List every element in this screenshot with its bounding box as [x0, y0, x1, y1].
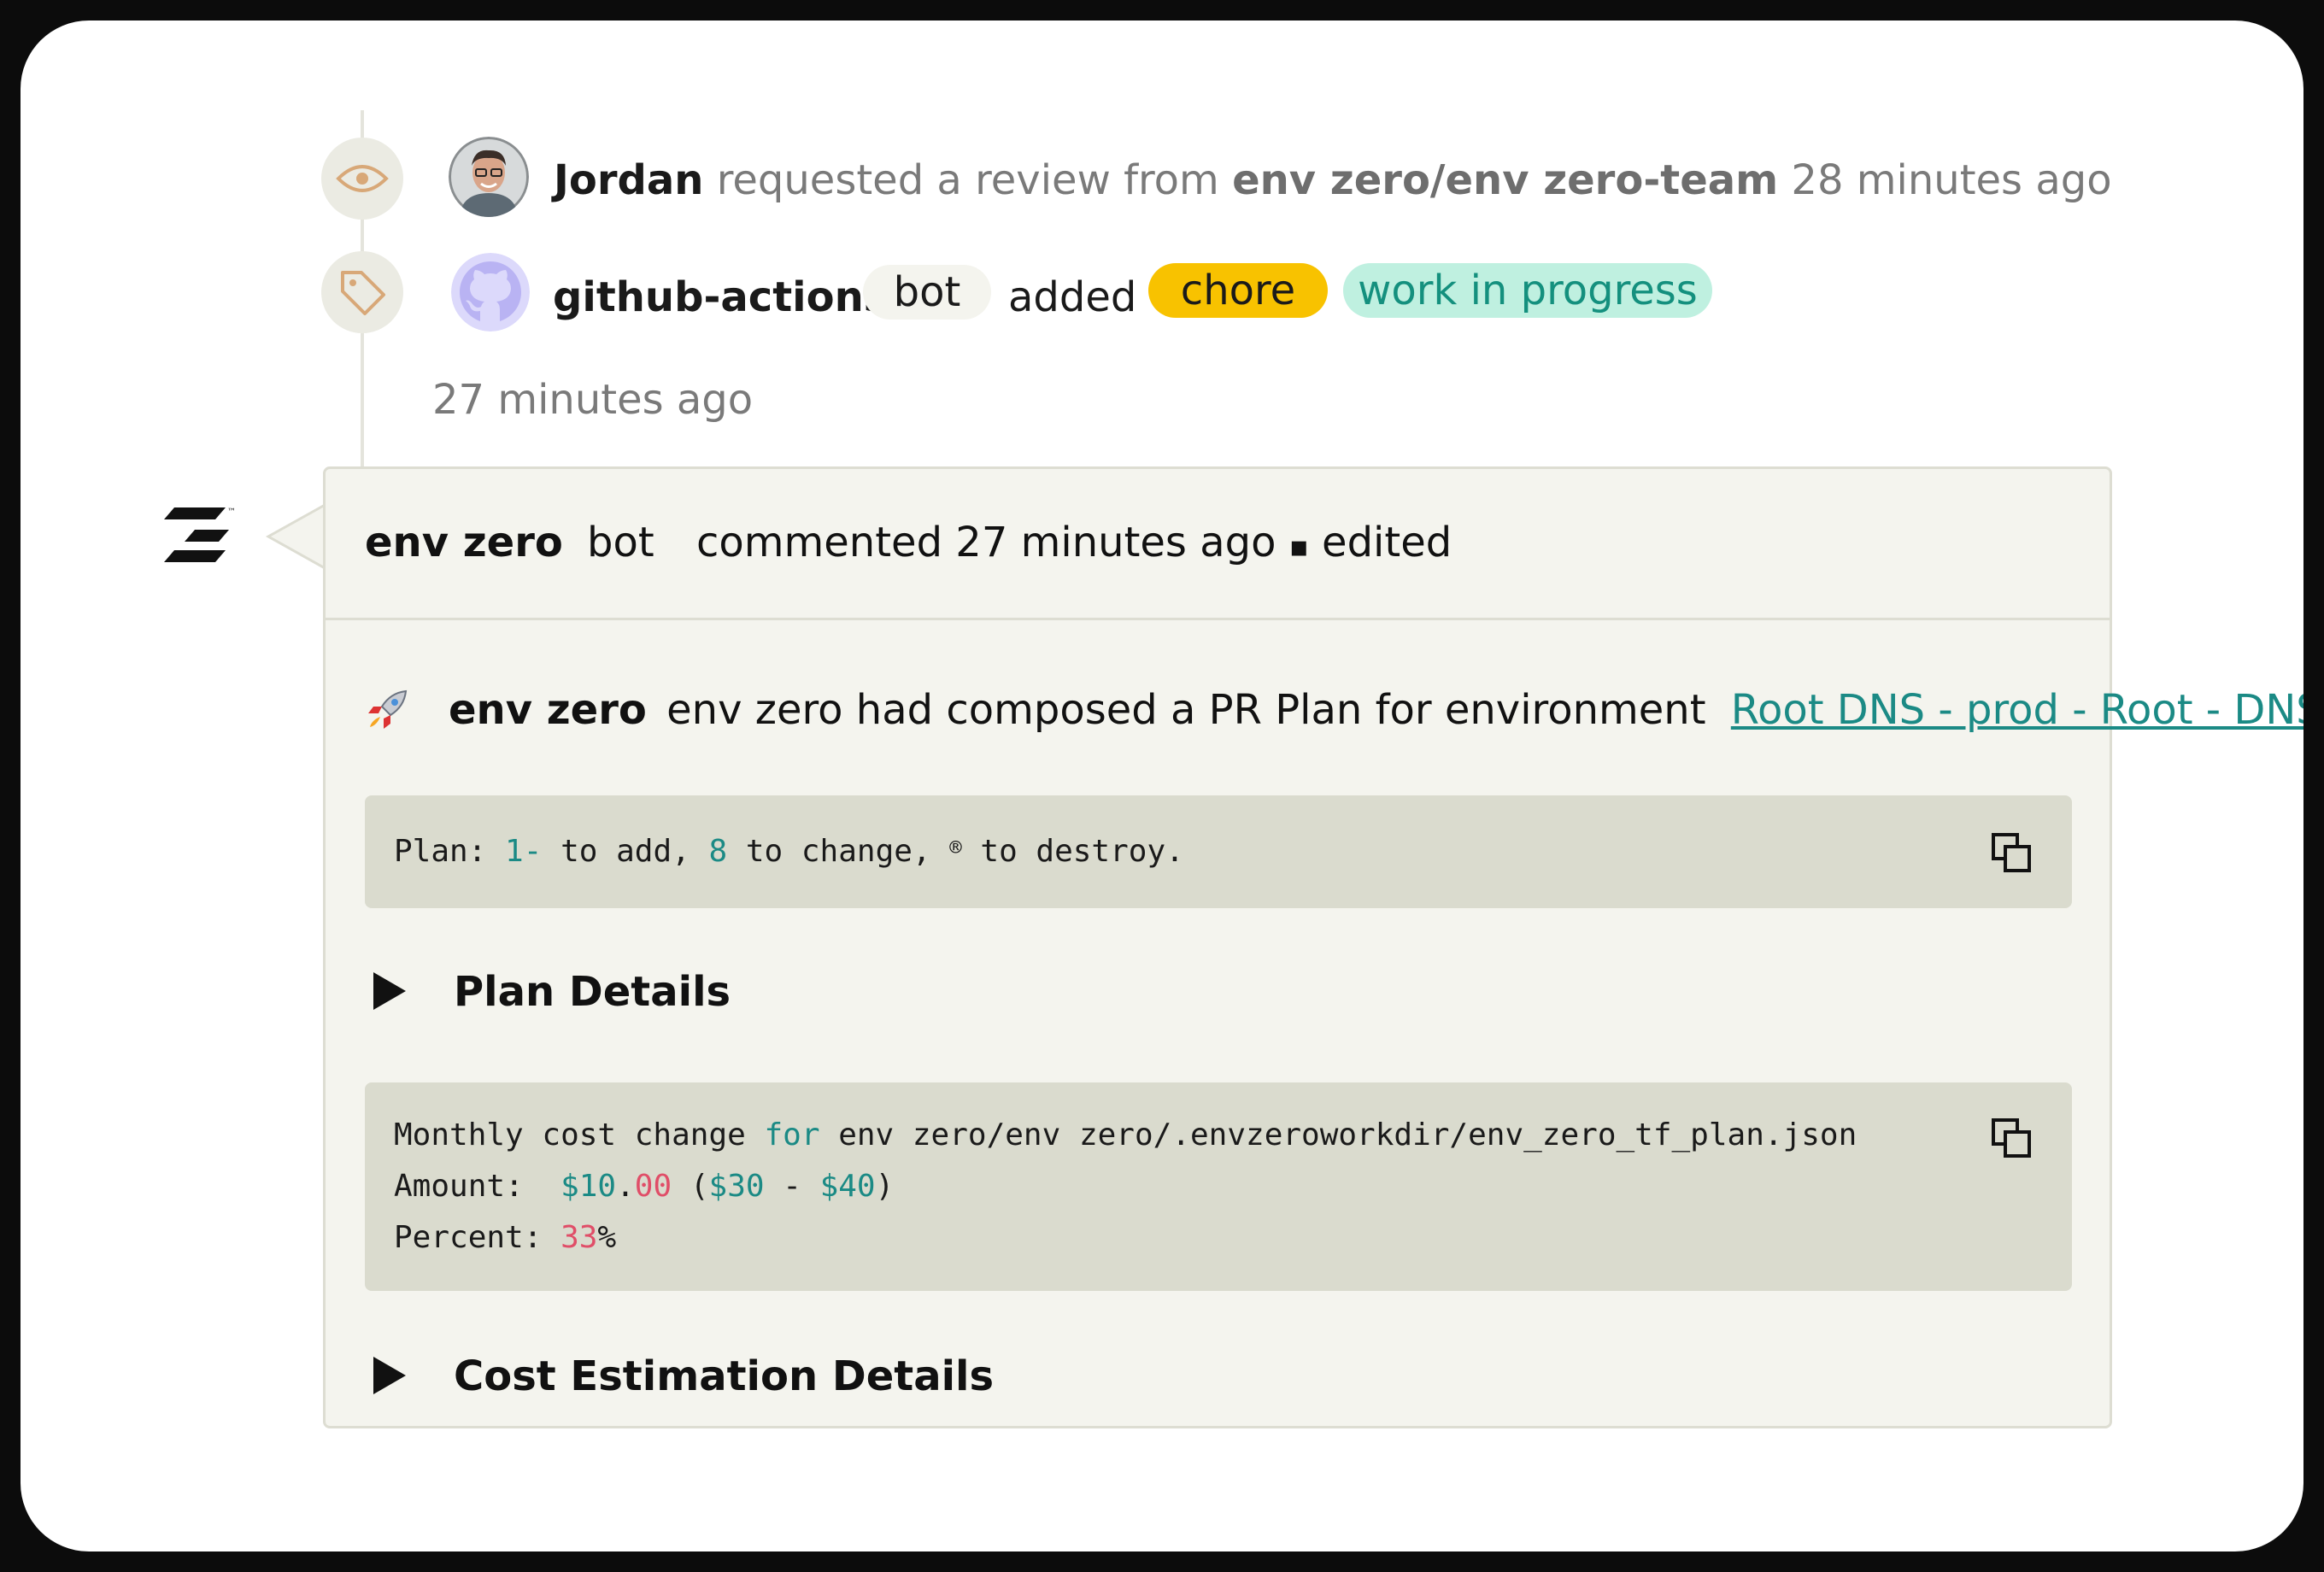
review-actor-link[interactable]: Jordan — [554, 156, 703, 204]
env-zero-logo[interactable]: ™ — [164, 502, 239, 574]
label-event-time[interactable]: 27 minutes ago — [432, 374, 753, 425]
review-action-text: requested a review from — [716, 156, 1219, 204]
intro-app-name: env zero — [449, 686, 647, 734]
disclosure-triangle-icon — [373, 972, 406, 1010]
cost-details-label: Cost Estimation Details — [454, 1352, 995, 1400]
label-action-text: added — [1008, 273, 1137, 321]
review-time[interactable]: 28 minutes ago — [1791, 156, 2111, 204]
label-work-in-progress[interactable]: work in progress — [1343, 263, 1712, 318]
plan-summary-code: Plan: 1- to add, 8 to change, ® to destr… — [365, 795, 2072, 908]
plan-summary-line: Plan: 1- to add, 8 to change, ® to destr… — [394, 834, 1184, 869]
eye-icon — [336, 165, 389, 192]
review-team-link[interactable]: env zero/env zero-team — [1232, 156, 1778, 204]
review-event-badge — [321, 138, 403, 220]
comment-bot-tag: bot — [587, 519, 654, 566]
review-event-text: Jordan requested a review from env zero/… — [554, 155, 2112, 206]
meta-separator: ▪ — [1288, 530, 1309, 564]
window-frame: Jordan requested a review from env zero/… — [21, 21, 2303, 1551]
label-event-badge — [321, 251, 403, 333]
comment-header: env zero bot commented 27 minutes ago ▪ … — [326, 469, 2110, 620]
comment-pointer — [265, 502, 328, 571]
copy-icon[interactable] — [1988, 1115, 2036, 1163]
cost-details-toggle[interactable]: Cost Estimation Details — [373, 1351, 994, 1402]
cost-line-percent: Percent: 33% — [394, 1220, 617, 1255]
comment-card: env zero bot commented 27 minutes ago ▪ … — [323, 466, 2303, 1428]
cost-line-amount: Amount: $10.00 ($30 - $40) — [394, 1169, 895, 1204]
plan-details-toggle[interactable]: Plan Details — [373, 966, 731, 1018]
label-actor-link[interactable]: github-actions — [553, 272, 888, 323]
tag-icon — [341, 271, 385, 315]
svg-text:™: ™ — [227, 507, 236, 517]
rocket-icon — [368, 689, 408, 729]
jordan-avatar[interactable] — [449, 137, 529, 217]
copy-icon[interactable] — [1988, 830, 2036, 877]
plan-details-label: Plan Details — [454, 968, 731, 1016]
comment-edited-link[interactable]: edited — [1322, 519, 1452, 566]
cost-change-code: Monthly cost change for env zero/env zer… — [365, 1082, 2072, 1291]
github-actions-avatar[interactable] — [451, 253, 530, 331]
intro-message: env zero had composed a PR Plan for envi… — [666, 686, 1706, 734]
comment-timestamp[interactable]: commented 27 minutes ago — [696, 519, 1276, 566]
comment-meta: commented 27 minutes ago ▪ edited — [696, 517, 1452, 572]
disclosure-triangle-icon — [373, 1357, 406, 1394]
actor-bot-tag: bot — [863, 265, 991, 320]
comment-author-link[interactable]: env zero — [365, 517, 563, 568]
label-chore[interactable]: chore — [1148, 263, 1328, 318]
intro-line: env zero env zero had composed a PR Plan… — [449, 684, 2303, 736]
cost-line-1: Monthly cost change for env zero/env zer… — [394, 1117, 1857, 1153]
environment-link[interactable]: Root DNS - prod - Root - DNS: — [1731, 686, 2303, 734]
